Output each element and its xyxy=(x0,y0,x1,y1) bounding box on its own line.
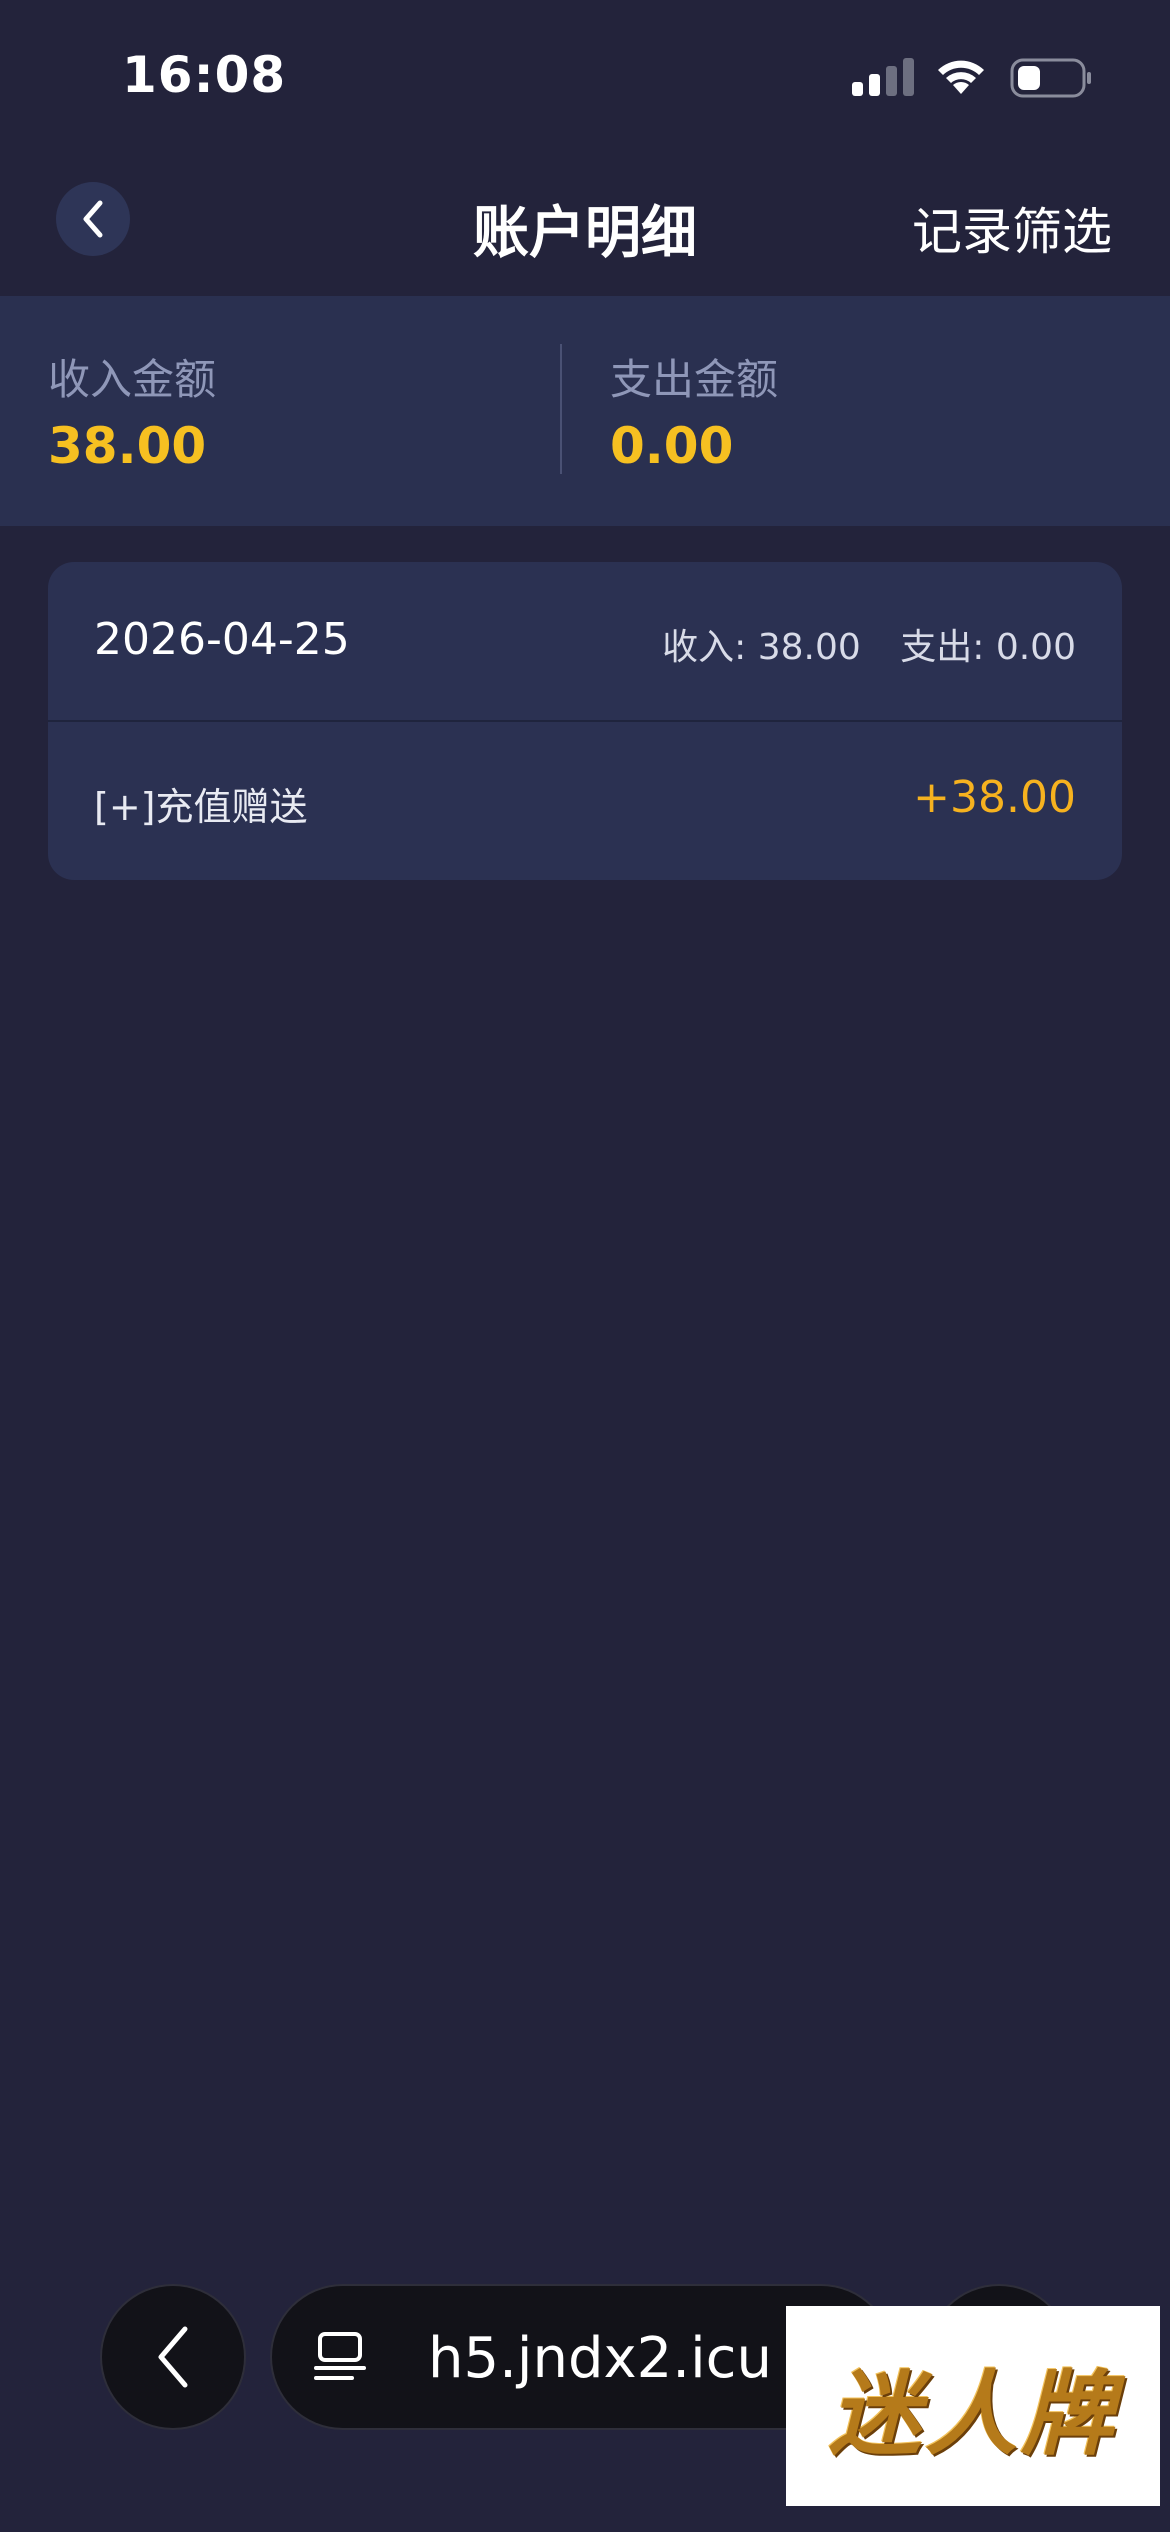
page-menu-icon xyxy=(314,2332,366,2380)
record-date: 2026-04-25 xyxy=(94,614,350,665)
nav-bar: 账户明细 记录筛选 xyxy=(0,150,1170,296)
signal-icon xyxy=(852,58,914,96)
battery-icon xyxy=(1010,58,1091,98)
url-text: h5.jndx2.icu xyxy=(428,2326,772,2391)
filter-records-button[interactable]: 记录筛选 xyxy=(912,192,1112,264)
chevron-left-icon xyxy=(158,2326,188,2388)
status-bar: 16:08 xyxy=(0,0,1170,150)
income-label: 收入金额 xyxy=(48,355,217,404)
day-record-card: 2026-04-25 收入: 38.00 支出: 0.00 [+]充值赠送 +3… xyxy=(48,562,1122,880)
summary-divider xyxy=(560,344,562,474)
list-item[interactable]: [+]充值赠送 +38.00 xyxy=(48,722,1122,880)
day-totals: 收入: 38.00 支出: 0.00 xyxy=(634,618,1076,670)
expense-label: 支出金额 xyxy=(610,355,779,404)
watermark-logo: 迷人牌 xyxy=(786,2306,1160,2506)
summary-panel: 收入金额 38.00 支出金额 0.00 xyxy=(0,296,1170,526)
transaction-description: [+]充值赠送 xyxy=(94,785,308,829)
logo-text: 迷人牌 xyxy=(828,2359,1117,2468)
expense-value: 0.00 xyxy=(610,417,734,475)
income-value: 38.00 xyxy=(48,417,207,475)
browser-back-button[interactable] xyxy=(102,2286,244,2428)
transaction-amount: +38.00 xyxy=(913,772,1076,823)
income-summary: 收入金额 38.00 xyxy=(48,346,216,475)
status-time: 16:08 xyxy=(122,46,287,104)
day-expense-total: 支出: 0.00 xyxy=(900,627,1076,668)
day-income-total: 收入: 38.00 xyxy=(662,627,861,668)
day-header: 2026-04-25 收入: 38.00 支出: 0.00 xyxy=(48,562,1122,722)
wifi-icon xyxy=(938,60,984,94)
expense-summary: 支出金额 0.00 xyxy=(610,346,778,475)
